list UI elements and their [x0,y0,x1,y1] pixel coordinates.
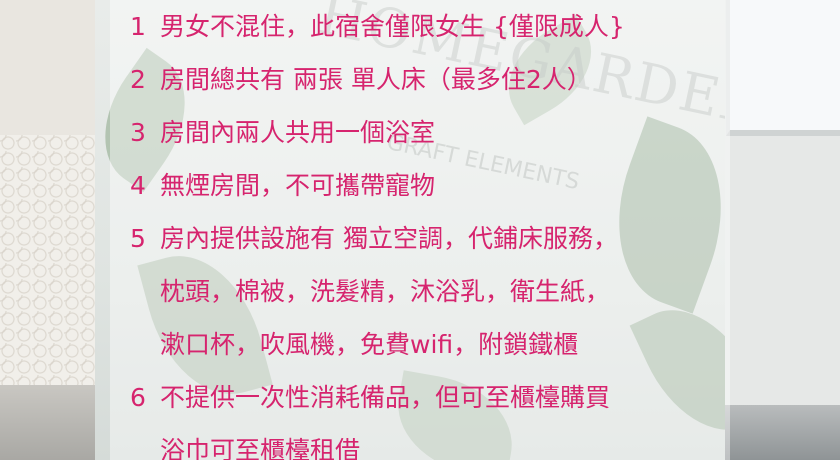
rule-number: 3 [130,118,146,147]
rule-text: 房間內兩人共用一個浴室 [160,118,436,147]
rule-number: 6 [130,383,146,412]
rule-line: 2 房間總共有 兩張 單人床（最多住2人） [130,67,592,92]
rule-number: 1 [130,12,146,41]
rule-line: 浴巾可至櫃檯租借 [130,438,360,460]
rule-text: 漱口杯，吹風機，免費wifi，附鎖鐵櫃 [160,330,579,359]
rule-line: 4 無煙房間，不可攜帶寵物 [130,173,435,198]
rule-text: 浴巾可至櫃檯租借 [160,436,361,460]
rule-line: 6 不提供一次性消耗備品，但可至櫃檯購買 [130,385,610,410]
rule-text: 枕頭，棉被，洗髮精，沐浴乳，衛生紙， [160,277,611,306]
rule-line: 枕頭，棉被，洗髮精，沐浴乳，衛生紙， [130,279,610,304]
rule-number: 4 [130,171,146,200]
rule-text: 房間總共有 兩張 單人床（最多住2人） [160,65,592,94]
rule-line: 漱口杯，吹風機，免費wifi，附鎖鐵櫃 [130,332,578,357]
rule-number: 2 [130,65,146,94]
rule-text: 不提供一次性消耗備品，但可至櫃檯購買 [160,383,611,412]
rule-line: 1 男女不混住，此宿舍僅限女生 {僅限成人} [130,14,625,39]
photo-scene: HOMEGARDEN GRAFT ELEMENTS 1 男女不混住，此宿舍僅限女生… [0,0,840,460]
rule-line: 3 房間內兩人共用一個浴室 [130,120,435,145]
rule-text: 無煙房間，不可攜帶寵物 [160,171,436,200]
rule-text: 男女不混住，此宿舍僅限女生 {僅限成人} [160,12,625,41]
rule-text: 房內提供設施有 獨立空調，代鋪床服務， [160,224,618,253]
rules-list: 1 男女不混住，此宿舍僅限女生 {僅限成人} 2 房間總共有 兩張 單人床（最多住2… [0,0,840,460]
rule-number: 5 [130,224,146,253]
rule-line: 5 房內提供設施有 獨立空調，代鋪床服務， [130,226,618,251]
